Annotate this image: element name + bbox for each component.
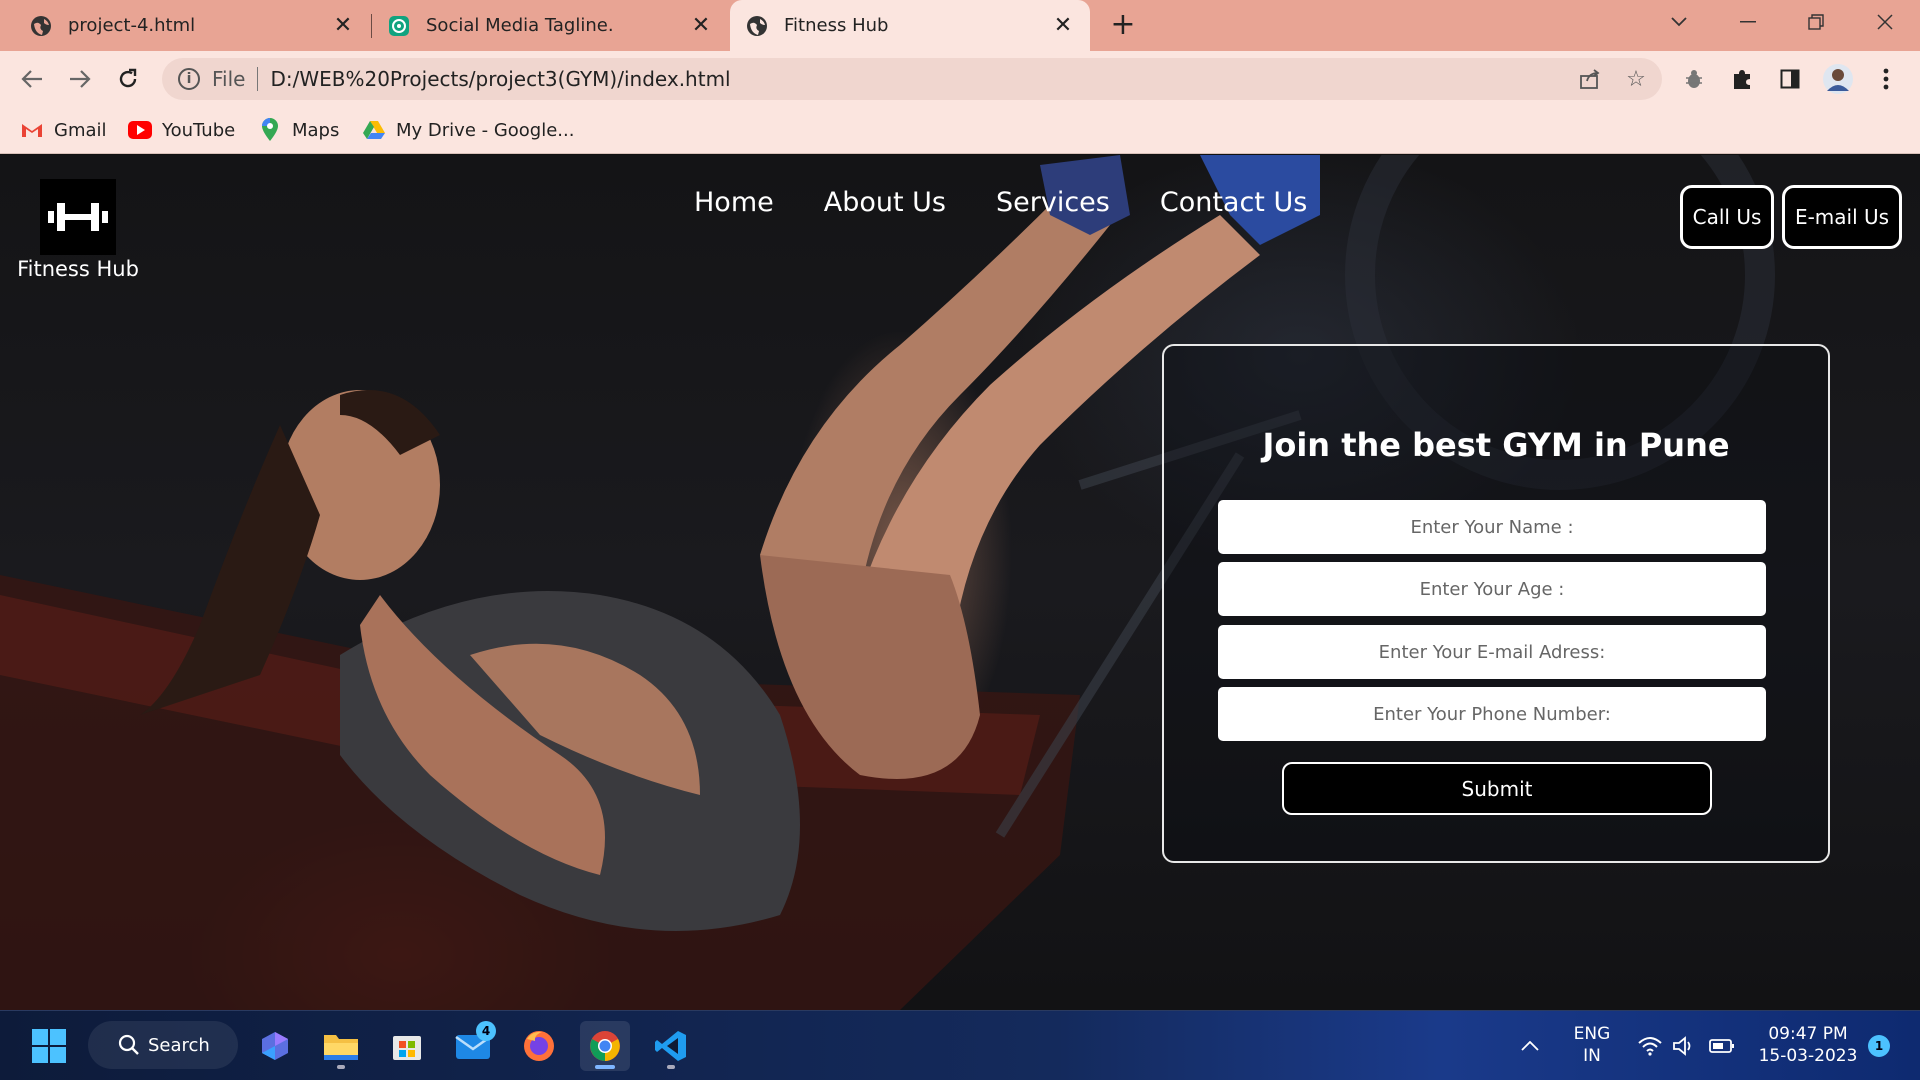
search-label: Search <box>148 1034 210 1056</box>
page-viewport: Fitness Hub Home About Us Services Conta… <box>0 155 1920 1010</box>
brand-name: Fitness Hub <box>17 257 139 281</box>
file-explorer-icon[interactable] <box>316 1021 366 1071</box>
main-navigation: Home About Us Services Contact Us <box>694 187 1307 218</box>
tab-social-media-tagline[interactable]: Social Media Tagline. ✕ <box>358 0 728 51</box>
youtube-icon <box>128 118 152 142</box>
bookmark-label: My Drive - Google... <box>396 119 575 141</box>
language-indicator[interactable]: ENG IN <box>1562 1023 1622 1067</box>
taskbar-search[interactable]: Search <box>88 1021 238 1069</box>
nav-services[interactable]: Services <box>996 187 1110 218</box>
bookmark-maps[interactable]: Maps <box>258 115 339 145</box>
volume-icon[interactable] <box>1664 1021 1704 1071</box>
submit-button[interactable]: Submit <box>1282 762 1712 815</box>
name-input[interactable] <box>1218 500 1766 554</box>
date: 15-03-2023 <box>1758 1046 1858 1066</box>
gmail-icon <box>20 118 44 142</box>
email-input[interactable] <box>1218 625 1766 679</box>
minimize-icon[interactable] <box>1723 0 1773 44</box>
bookmark-my-drive[interactable]: My Drive - Google... <box>362 115 574 145</box>
extensions-puzzle-icon[interactable] <box>1724 61 1760 97</box>
nav-home[interactable]: Home <box>694 187 774 218</box>
tab-title: Social Media Tagline. <box>426 15 614 36</box>
bookmark-youtube[interactable]: YouTube <box>128 115 235 145</box>
divider <box>257 67 259 91</box>
language-code: ENG <box>1573 1024 1611 1044</box>
tab-project-4[interactable]: project-4.html ✕ <box>0 0 370 51</box>
tab-fitness-hub[interactable]: Fitness Hub ✕ <box>730 0 1090 51</box>
nav-contact-us[interactable]: Contact Us <box>1160 187 1307 218</box>
close-icon[interactable]: ✕ <box>1050 13 1076 39</box>
window-close-icon[interactable] <box>1860 0 1910 44</box>
battery-icon[interactable] <box>1700 1021 1744 1071</box>
signup-form: Join the best GYM in Pune Submit <box>1162 344 1830 863</box>
bookmark-gmail[interactable]: Gmail <box>20 115 107 145</box>
firefox-icon[interactable] <box>514 1021 564 1071</box>
bookmark-label: YouTube <box>162 119 236 141</box>
vscode-icon[interactable] <box>646 1021 696 1071</box>
back-button[interactable] <box>14 61 50 97</box>
search-icon <box>118 1034 140 1056</box>
bookmark-label: Gmail <box>54 119 107 141</box>
microsoft-store-icon[interactable] <box>382 1021 432 1071</box>
close-icon[interactable]: ✕ <box>330 13 356 39</box>
brand-logo[interactable]: Fitness Hub <box>14 179 142 281</box>
globe-icon <box>30 15 52 37</box>
reload-button[interactable] <box>110 61 146 97</box>
clock[interactable]: 09:47 PM 15-03-2023 <box>1752 1023 1864 1067</box>
tab-strip: project-4.html ✕ Social Media Tagline. ✕… <box>0 0 1920 51</box>
url-text[interactable]: D:/WEB%20Projects/project3(GYM)/index.ht… <box>270 67 730 91</box>
maps-pin-icon <box>258 118 282 142</box>
share-icon[interactable] <box>1572 58 1608 100</box>
region-code: IN <box>1583 1046 1601 1066</box>
age-input[interactable] <box>1218 562 1766 616</box>
running-indicator <box>337 1065 345 1069</box>
extension-bug-icon[interactable] <box>1676 61 1712 97</box>
copilot-icon[interactable] <box>250 1021 300 1071</box>
bookmarks-bar: Gmail YouTube Maps My Drive - Google... <box>0 107 1920 154</box>
menu-kebab-icon[interactable] <box>1868 61 1904 97</box>
tab-title: Fitness Hub <box>784 15 889 36</box>
chatgpt-icon <box>388 15 410 37</box>
profile-avatar[interactable] <box>1820 61 1856 97</box>
dumbbell-icon <box>40 179 116 255</box>
mail-icon[interactable]: 4 <box>448 1021 498 1071</box>
address-bar[interactable]: i File D:/WEB%20Projects/project3(GYM)/i… <box>162 58 1662 100</box>
nav-about-us[interactable]: About Us <box>824 187 946 218</box>
phone-input[interactable] <box>1218 687 1766 741</box>
forward-button[interactable] <box>62 61 98 97</box>
info-icon[interactable]: i <box>178 68 200 90</box>
restore-icon[interactable] <box>1791 0 1841 44</box>
close-icon[interactable]: ✕ <box>688 13 714 39</box>
bookmark-label: Maps <box>292 119 340 141</box>
start-windows-icon[interactable] <box>24 1021 74 1071</box>
call-us-button[interactable]: Call Us <box>1680 185 1774 249</box>
chrome-icon[interactable] <box>580 1021 630 1071</box>
side-panel-icon[interactable] <box>1772 61 1808 97</box>
running-indicator <box>667 1065 675 1069</box>
drive-icon <box>362 118 386 142</box>
mail-badge: 4 <box>476 1021 496 1041</box>
url-scheme: File <box>212 67 246 91</box>
globe-icon <box>746 15 768 37</box>
browser-toolbar: i File D:/WEB%20Projects/project3(GYM)/i… <box>0 51 1920 107</box>
windows-taskbar: Search 4 ENG IN 09:47 PM 15-03-2023 1 <box>0 1010 1920 1080</box>
tab-title: project-4.html <box>68 15 196 36</box>
chevron-up-icon[interactable] <box>1510 1021 1550 1071</box>
email-us-button[interactable]: E-mail Us <box>1782 185 1902 249</box>
form-title: Join the best GYM in Pune <box>1262 426 1730 464</box>
star-icon[interactable]: ☆ <box>1618 58 1654 100</box>
active-indicator <box>595 1065 615 1069</box>
tab-search-icon[interactable] <box>1654 0 1704 44</box>
new-tab-button[interactable]: + <box>1106 8 1140 42</box>
notification-badge[interactable]: 1 <box>1868 1035 1890 1057</box>
time: 09:47 PM <box>1768 1024 1848 1044</box>
